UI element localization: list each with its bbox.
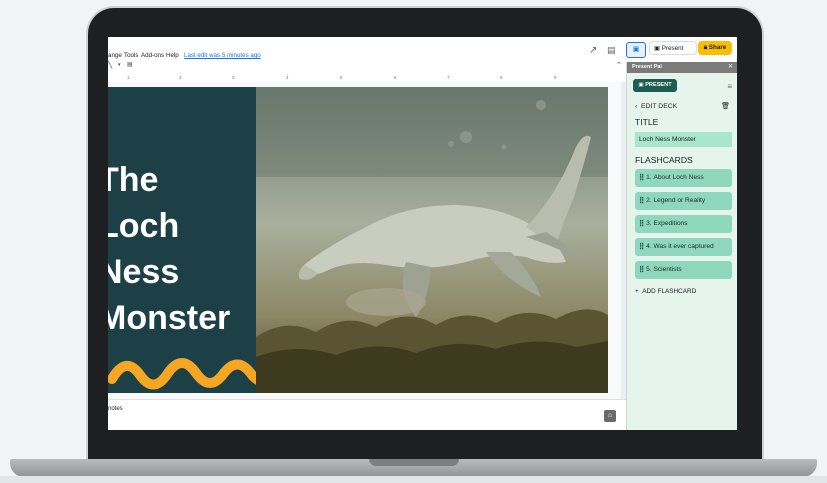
close-icon[interactable]: ✕ (728, 62, 733, 73)
present-button[interactable]: ▣ Present (649, 41, 697, 55)
flashcard-label: 4. Was it ever captured (646, 243, 714, 250)
flashcard-label: 2. Legend or Reality (646, 197, 706, 204)
speaker-notes-label: notes (108, 406, 123, 412)
deck-title-field[interactable]: Loch Ness Monster (635, 132, 732, 147)
ruler-tick: 7 (447, 75, 450, 80)
last-edit-link[interactable]: Last edit was 5 minutes ago (184, 52, 261, 59)
flashcard-item[interactable]: ⣿ 3. Expeditions (635, 215, 732, 233)
screen: ange Tools Add-ons Help Last edit was 5 … (108, 37, 737, 430)
flashcard-item[interactable]: ⣿ 1. About Loch Ness (635, 169, 732, 187)
flashcard-item[interactable]: ⣿ 4. Was it ever captured (635, 238, 732, 256)
collapse-icon[interactable]: ⌃ (616, 61, 622, 69)
present-button-icon: ▣ (654, 45, 662, 52)
add-flashcard-button[interactable]: + ADD FLASHCARD (635, 288, 696, 295)
panel-title: Present Pal (632, 64, 662, 70)
title-section-label: TITLE (635, 117, 659, 127)
hamburger-menu-icon[interactable]: ≡ (727, 82, 732, 91)
drag-handle-icon[interactable]: ⣿ (639, 220, 644, 227)
panel-present-button[interactable]: ▣ PRESENT (633, 79, 677, 92)
ruler-tick: 1 (127, 75, 130, 80)
flashcard-label: 5. Scientists (646, 266, 682, 273)
ruler-tick: 8 (500, 75, 503, 80)
menu-tools[interactable]: Tools (124, 52, 138, 59)
share-button[interactable]: 🔒︎ Share (698, 41, 732, 55)
slide-title-panel: The Loch Ness Monster (108, 87, 288, 393)
plesiosaur-illustration (256, 87, 608, 393)
slide[interactable]: The Loch Ness Monster (108, 87, 608, 393)
drag-handle-icon[interactable]: ⣿ (639, 197, 644, 204)
activity-trend-icon[interactable]: ↗ (589, 45, 601, 56)
expand-notes-icon[interactable]: ⌂ (604, 410, 616, 422)
flashcard-label: 3. Expeditions (646, 220, 688, 227)
line-tool-icon[interactable]: ╲ (108, 61, 112, 69)
lock-icon: 🔒︎ (703, 44, 708, 51)
ruler-tick: 9 (554, 75, 557, 80)
menu-bar: ange Tools Add-ons Help Last edit was 5 … (108, 37, 626, 59)
comment-add-icon[interactable]: ▤ (127, 61, 133, 68)
present-mode-icon[interactable]: ▣ (626, 42, 646, 58)
add-flashcard-label: ADD FLASHCARD (642, 288, 697, 295)
panel-present-label: PRESENT (645, 82, 672, 88)
laptop-notch (369, 459, 459, 466)
slide-title[interactable]: The Loch Ness Monster (108, 157, 268, 341)
comment-icon[interactable]: ▤ (607, 45, 619, 55)
line-dropdown-icon[interactable]: ▾ (118, 62, 121, 68)
menu-arrange[interactable]: ange (108, 52, 122, 59)
trash-icon[interactable]: 🗑︎ (721, 102, 730, 110)
toolbar: ╲ ▾ ▤ ⌃ (108, 61, 626, 73)
present-pal-panel: Present Pal ✕ ▣ PRESENT ≡ ‹ EDIT DECK 🗑︎… (626, 62, 737, 430)
flashcard-label: 1. About Loch Ness (646, 174, 704, 181)
menu-addons[interactable]: Add-ons (141, 52, 164, 59)
ruler-tick: 3 (232, 75, 235, 80)
flashcard-item[interactable]: ⣿ 5. Scientists (635, 261, 732, 279)
flashcard-item[interactable]: ⣿ 2. Legend or Reality (635, 192, 732, 210)
edit-deck-label: EDIT DECK (641, 103, 678, 110)
ruler-tick: 5 (340, 75, 343, 80)
flashcards-section-label: FLASHCARDS (635, 155, 693, 165)
speaker-notes-area[interactable]: notes ⌂ (108, 399, 626, 430)
ruler-tick: 6 (394, 75, 397, 80)
laptop-shadow (0, 476, 827, 483)
drag-handle-icon[interactable]: ⣿ (639, 243, 644, 250)
drag-handle-icon[interactable]: ⣿ (639, 266, 644, 273)
ruler-tick: 2 (179, 75, 182, 80)
drag-handle-icon[interactable]: ⣿ (639, 174, 644, 181)
ruler-tick: 4 (286, 75, 289, 80)
share-button-label: Share (708, 44, 727, 51)
menu-help[interactable]: Help (166, 52, 179, 59)
panel-header: Present Pal ✕ (627, 62, 737, 73)
edit-deck-header[interactable]: ‹ EDIT DECK (635, 103, 677, 110)
present-button-label: Present (661, 45, 684, 52)
slide-image-loch-ness (256, 87, 608, 393)
